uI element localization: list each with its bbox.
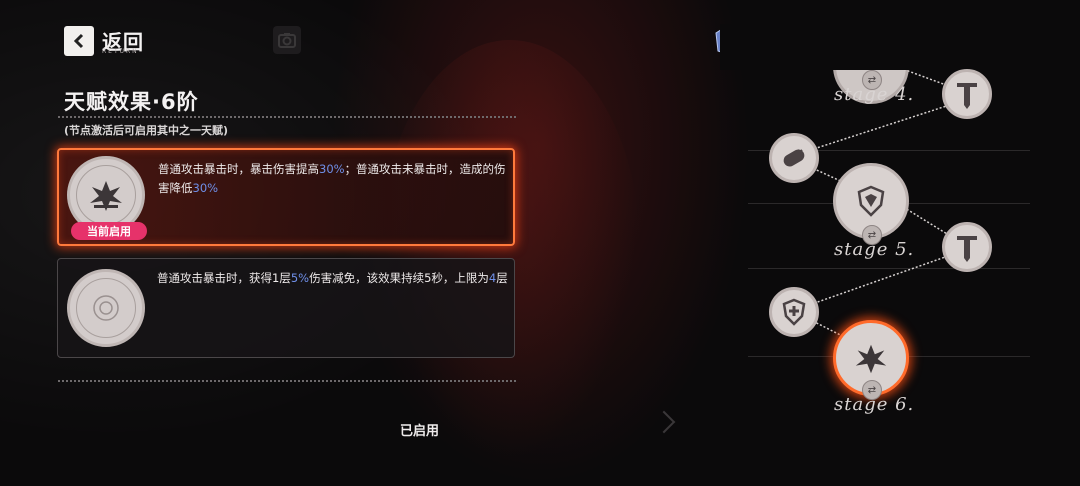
cross-shield-icon [782,298,806,326]
enabled-status[interactable]: 已启用 [400,420,439,439]
talent-card[interactable]: 普通攻击暴击时，获得1层5%伤害减免，该效果持续5秒，上限为4层 [57,258,515,358]
stage-label: stage 4. [834,84,915,105]
back-button[interactable] [64,26,94,56]
value-highlight: 30% [192,181,219,195]
page-title: 天赋效果·6阶 [64,90,199,114]
sword-icon [957,236,977,262]
tree-node-sword[interactable] [942,69,992,119]
tree-node-gamepad[interactable] [769,133,819,183]
talent-description: 普通攻击暴击时，暴击伤害提高30%；普通攻击未暴击时，造成的伤害降低30% [158,162,506,195]
value-highlight: 5% [290,271,310,285]
divider [58,116,516,118]
emblem-icon [93,295,119,321]
camera-icon[interactable] [273,26,301,54]
sword-icon [957,83,977,109]
talent-card-active[interactable]: 当前启用 普通攻击暴击时，暴击伤害提高30%；普通攻击未暴击时，造成的伤害降低3… [57,148,515,246]
gamepad-icon [783,149,805,167]
value-highlight: 30% [319,162,345,176]
tree-node-cross-shield[interactable] [769,287,819,337]
talent-emblem [67,269,145,347]
panel-hint: (节点激活后可启用其中之一天赋) [64,124,229,137]
chevron-left-icon [73,33,84,49]
tree-node-sword[interactable] [942,222,992,272]
back-sublabel: RETURN [102,48,139,55]
shield-emblem-icon [857,185,885,217]
burst-emblem-icon [90,181,122,211]
current-active-badge: 当前启用 [71,222,147,240]
tree-mask [720,24,1040,70]
talent-description: 普通攻击暴击时，获得1层5%伤害减免，该效果持续5秒，上限为4层 [157,271,508,285]
burst-emblem-icon [855,344,887,374]
divider [58,380,516,382]
stage-label: stage 6. [834,394,915,415]
stage-label: stage 5. [834,239,915,260]
